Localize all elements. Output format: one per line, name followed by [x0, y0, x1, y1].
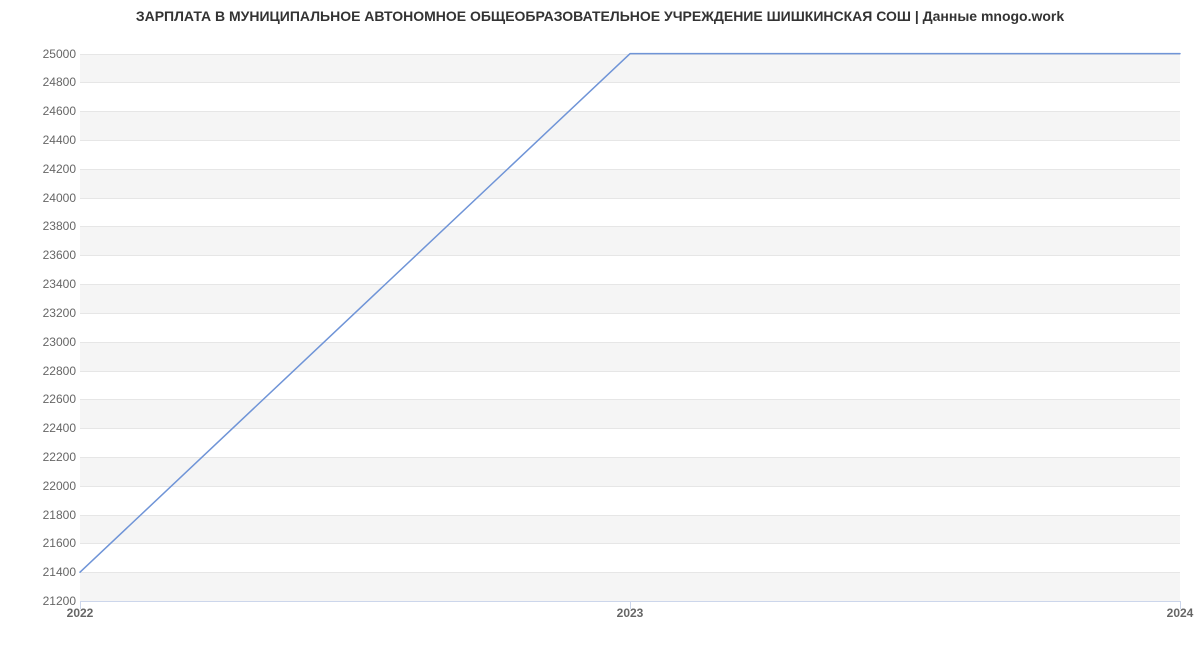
- y-tick-label: 22200: [16, 450, 76, 464]
- y-tick-label: 24000: [16, 191, 76, 205]
- x-tickmark: [80, 601, 81, 609]
- y-tick-label: 21600: [16, 536, 76, 550]
- line-series: [80, 45, 1180, 601]
- plot-area: [80, 45, 1180, 601]
- y-tick-label: 21800: [16, 508, 76, 522]
- y-tick-label: 23800: [16, 219, 76, 233]
- y-tick-label: 23600: [16, 248, 76, 262]
- y-tick-label: 24400: [16, 133, 76, 147]
- y-tick-label: 22600: [16, 392, 76, 406]
- x-tickmark: [630, 601, 631, 609]
- y-tick-label: 23200: [16, 306, 76, 320]
- x-tickmark: [1180, 601, 1181, 609]
- y-tick-label: 22000: [16, 479, 76, 493]
- y-tick-label: 24800: [16, 75, 76, 89]
- y-tick-label: 24200: [16, 162, 76, 176]
- y-tick-label: 22400: [16, 421, 76, 435]
- series-path: [80, 54, 1180, 573]
- y-tick-label: 23400: [16, 277, 76, 291]
- y-tick-label: 21400: [16, 565, 76, 579]
- y-tick-label: 25000: [16, 47, 76, 61]
- y-tick-label: 23000: [16, 335, 76, 349]
- chart-title: ЗАРПЛАТА В МУНИЦИПАЛЬНОЕ АВТОНОМНОЕ ОБЩЕ…: [0, 8, 1200, 24]
- line-chart: ЗАРПЛАТА В МУНИЦИПАЛЬНОЕ АВТОНОМНОЕ ОБЩЕ…: [0, 0, 1200, 650]
- y-tick-label: 22800: [16, 364, 76, 378]
- y-tick-label: 24600: [16, 104, 76, 118]
